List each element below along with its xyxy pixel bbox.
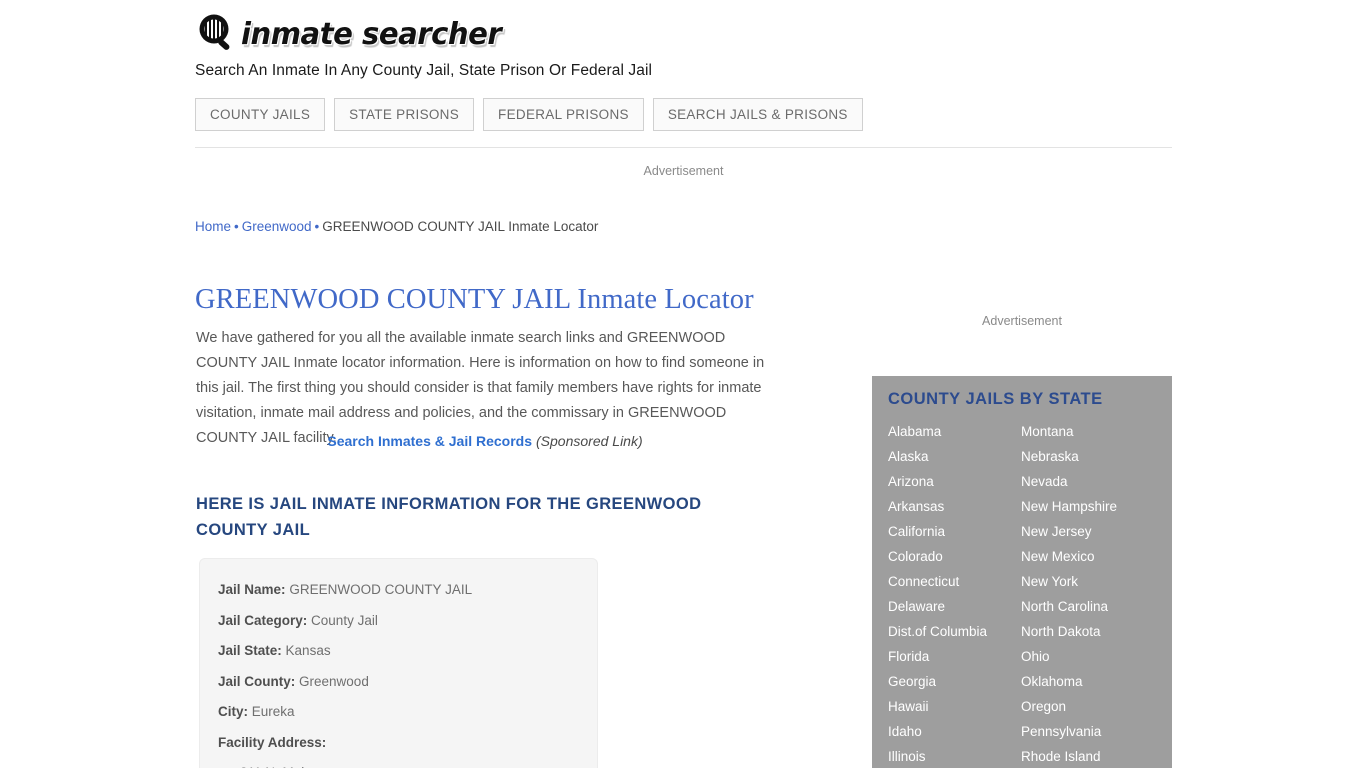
page-title: GREENWOOD COUNTY JAIL Inmate Locator	[195, 284, 754, 316]
nav-county-jails[interactable]: COUNTY JAILS	[195, 98, 326, 131]
jail-state-label: Jail State:	[218, 643, 282, 658]
state-link-colorado[interactable]: Colorado	[888, 544, 1021, 569]
state-link-new-jersey[interactable]: New Jersey	[1021, 519, 1156, 544]
state-link-oregon[interactable]: Oregon	[1021, 694, 1156, 719]
state-link-oklahoma[interactable]: Oklahoma	[1021, 669, 1156, 694]
jail-county-label: Jail County:	[218, 673, 296, 689]
sponsored-link-row: Search Inmates & Jail Records (Sponsored …	[196, 433, 774, 449]
state-link-arizona[interactable]: Arizona	[888, 469, 1021, 494]
state-link-hawaii[interactable]: Hawaii	[888, 694, 1021, 719]
state-link-montana[interactable]: Montana	[1021, 419, 1156, 444]
jail-category-label: Jail Category:	[218, 612, 308, 628]
state-link-delaware[interactable]: Delaware	[888, 594, 1021, 619]
page-root: inmate searcher Search An Inmate In Any …	[0, 0, 1366, 768]
main-navigation: COUNTY JAILS STATE PRISONS FEDERAL PRISO…	[195, 98, 863, 131]
jail-info-box: Jail Name: GREENWOOD COUNTY JAIL Jail Ca…	[199, 558, 598, 768]
state-link-arkansas[interactable]: Arkansas	[888, 494, 1021, 519]
magnifier-prison-bars-icon	[195, 12, 239, 56]
state-link-georgia[interactable]: Georgia	[888, 669, 1021, 694]
state-link-alabama[interactable]: Alabama	[888, 419, 1021, 444]
breadcrumb-current: GREENWOOD COUNTY JAIL Inmate Locator	[322, 219, 599, 234]
site-logo[interactable]: inmate searcher	[195, 12, 1175, 56]
nav-federal-prisons[interactable]: FEDERAL PRISONS	[483, 98, 644, 131]
state-link-nebraska[interactable]: Nebraska	[1021, 444, 1156, 469]
nav-state-prisons[interactable]: STATE PRISONS	[334, 98, 475, 131]
jail-name-label: Jail Name:	[218, 582, 286, 597]
search-inmates-jail-records-link[interactable]: Search Inmates & Jail Records	[327, 433, 532, 449]
state-link-new-mexico[interactable]: New Mexico	[1021, 544, 1156, 569]
breadcrumb-separator-1: •	[234, 219, 239, 234]
jail-info-row-jail-name: Jail Name: GREENWOOD COUNTY JAIL	[218, 575, 579, 606]
state-links-grid: Alabama Montana Alaska Nebraska Arizona …	[888, 419, 1156, 768]
city-label: City:	[218, 704, 248, 719]
state-link-new-york[interactable]: New York	[1021, 569, 1156, 594]
sponsored-link-note: (Sponsored Link)	[536, 433, 643, 449]
site-tagline: Search An Inmate In Any County Jail, Sta…	[195, 62, 653, 79]
jail-info-row-jail-state: Jail State: Kansas	[218, 636, 579, 667]
jail-info-row-jail-category: Jail Category: County Jail	[218, 606, 579, 637]
top-advertisement-label: Advertisement	[643, 164, 724, 178]
state-link-florida[interactable]: Florida	[888, 644, 1021, 669]
jail-info-row-facility-address: Facility Address:	[218, 728, 579, 759]
city-value: Eureka	[251, 704, 295, 719]
jail-county-value: Greenwood	[299, 673, 369, 689]
state-link-new-hampshire[interactable]: New Hampshire	[1021, 494, 1156, 519]
nav-search-jails-prisons[interactable]: SEARCH JAILS & PRISONS	[652, 98, 863, 131]
right-advertisement-label: Advertisement	[982, 314, 1062, 328]
state-link-illinois[interactable]: Illinois	[888, 744, 1021, 768]
facility-address-line1: 311 N. Main	[218, 758, 579, 768]
site-logo-text: inmate searcher	[241, 16, 502, 52]
header-divider	[195, 147, 1172, 148]
state-link-dist-of-columbia[interactable]: Dist.of Columbia	[888, 619, 1021, 644]
intro-paragraph: We have gathered for you all the availab…	[196, 329, 765, 446]
state-link-nevada[interactable]: Nevada	[1021, 469, 1156, 494]
section-heading: HERE IS JAIL INMATE INFORMATION FOR THE …	[196, 494, 702, 539]
jail-name-value: GREENWOOD COUNTY JAIL	[289, 582, 473, 597]
state-link-north-carolina[interactable]: North Carolina	[1021, 594, 1156, 619]
sidebar-title: COUNTY JAILS BY STATE	[888, 390, 1103, 408]
state-link-ohio[interactable]: Ohio	[1021, 644, 1156, 669]
county-jails-by-state-panel: COUNTY JAILS BY STATE Alabama Montana Al…	[872, 376, 1172, 768]
jail-info-row-jail-county: Jail County: Greenwood	[218, 667, 579, 698]
state-link-idaho[interactable]: Idaho	[888, 719, 1021, 744]
breadcrumb: Home • Greenwood • GREENWOOD COUNTY JAIL Inm…	[195, 219, 598, 234]
state-link-california[interactable]: California	[888, 519, 1021, 544]
facility-address-label: Facility Address:	[218, 734, 327, 750]
state-link-rhode-island[interactable]: Rhode Island	[1021, 744, 1156, 768]
state-link-north-dakota[interactable]: North Dakota	[1021, 619, 1156, 644]
state-link-connecticut[interactable]: Connecticut	[888, 569, 1021, 594]
site-masthead: inmate searcher Search An Inmate In Any …	[195, 12, 1175, 80]
breadcrumb-separator-2: •	[314, 219, 320, 234]
jail-category-value: County Jail	[311, 612, 378, 628]
jail-info-row-city: City: Eureka	[218, 697, 579, 728]
jail-state-value: Kansas	[285, 643, 331, 658]
state-link-pennsylvania[interactable]: Pennsylvania	[1021, 719, 1156, 744]
state-link-alaska[interactable]: Alaska	[888, 444, 1021, 469]
breadcrumb-county-link[interactable]: Greenwood	[242, 219, 312, 234]
breadcrumb-home-link[interactable]: Home	[195, 219, 231, 234]
